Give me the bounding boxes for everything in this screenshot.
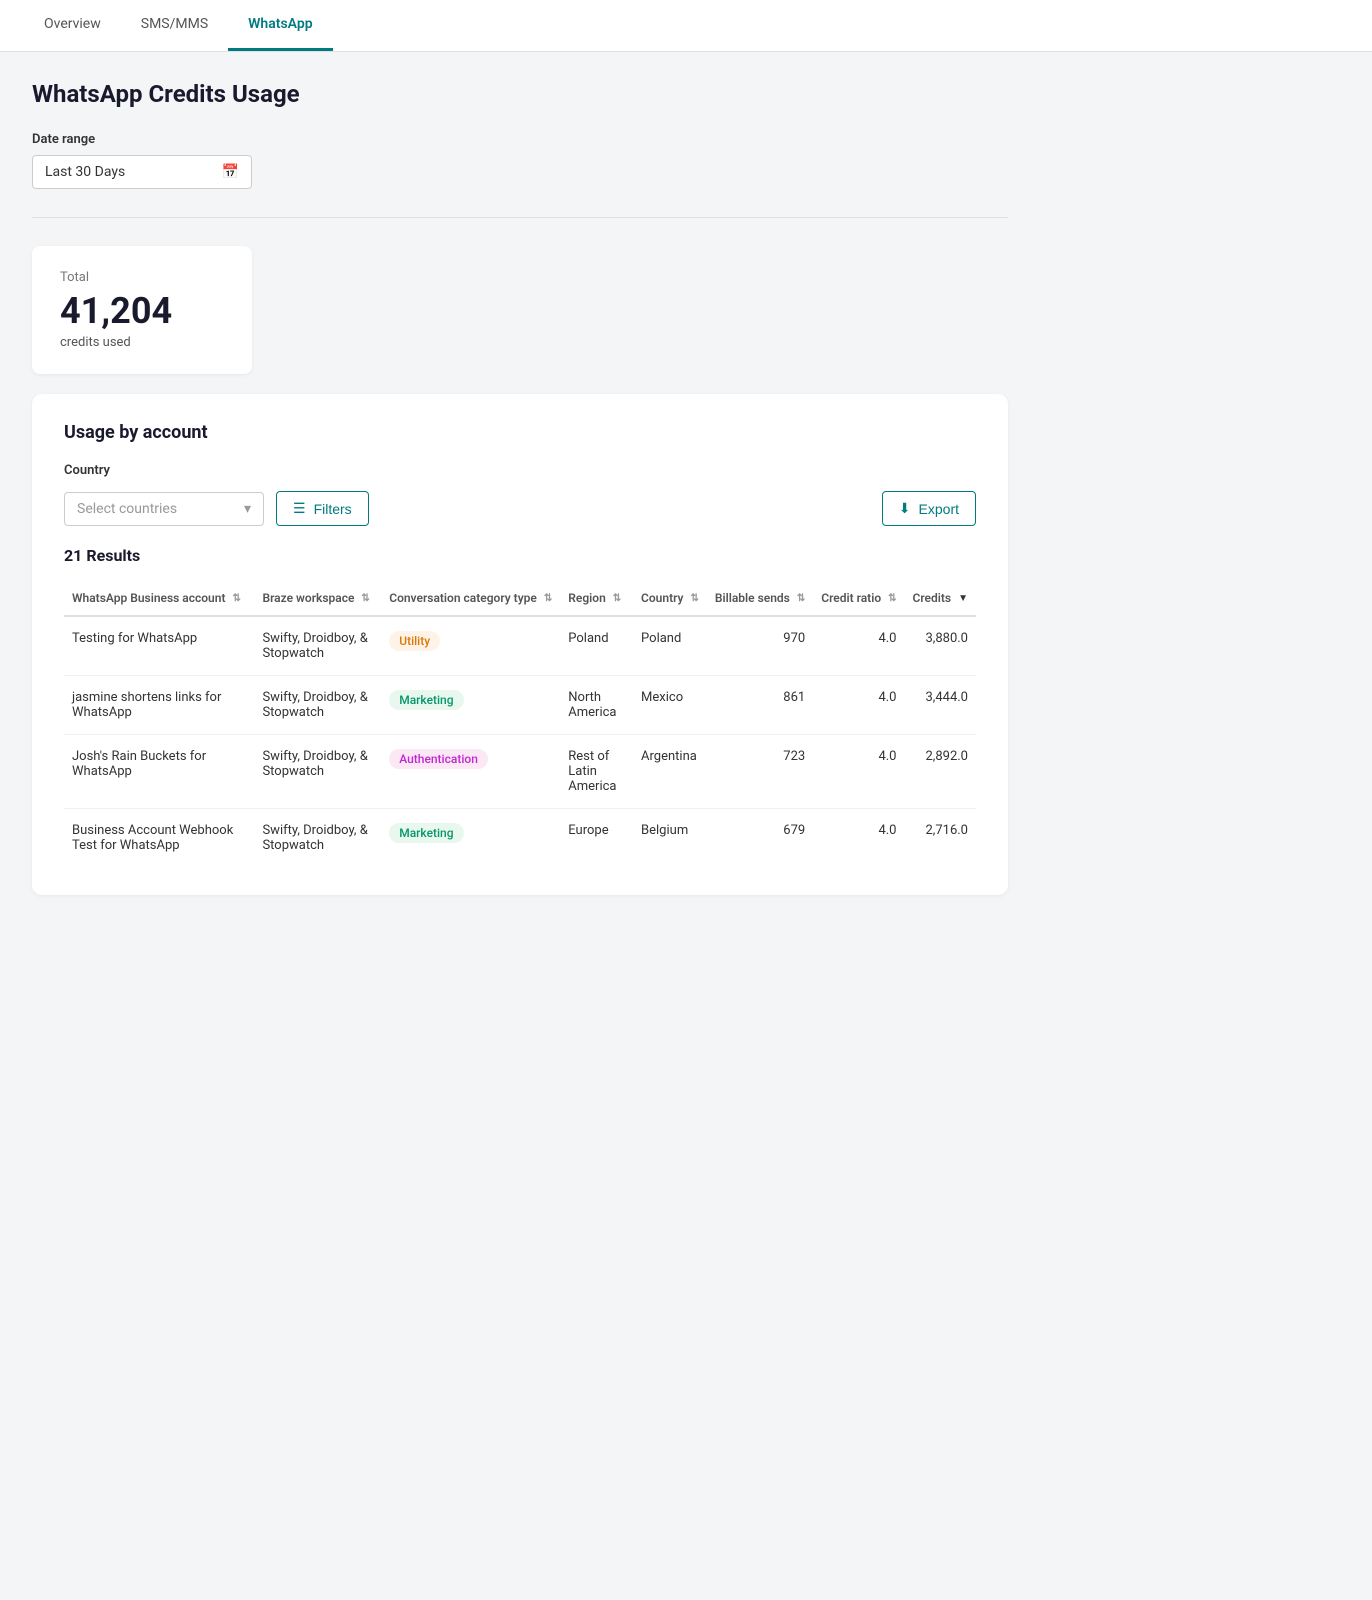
cell-region: North America	[560, 676, 633, 735]
category-badge: Marketing	[389, 690, 463, 710]
sort-icon-billable: ⇅	[797, 593, 805, 604]
stats-label: Total	[60, 270, 224, 285]
col-country[interactable]: Country ⇅	[633, 581, 707, 616]
sort-icon-category: ⇅	[544, 593, 552, 604]
sort-icon-ratio: ⇅	[888, 593, 896, 604]
date-range-value: Last 30 Days	[45, 164, 125, 180]
cell-billable-sends: 970	[707, 616, 813, 676]
chevron-down-icon: ▾	[244, 501, 251, 517]
cell-country: Mexico	[633, 676, 707, 735]
date-range-section: Date range Last 30 Days 📅	[32, 132, 1008, 189]
export-label: Export	[919, 501, 959, 517]
filters-button[interactable]: ☰ Filters	[276, 491, 369, 526]
col-whatsapp-account[interactable]: WhatsApp Business account ⇅	[64, 581, 254, 616]
cell-account: jasmine shortens links for WhatsApp	[64, 676, 254, 735]
cell-category: Marketing	[381, 676, 560, 735]
cell-country: Argentina	[633, 735, 707, 809]
cell-country: Belgium	[633, 809, 707, 868]
cell-category: Authentication	[381, 735, 560, 809]
cell-category: Marketing	[381, 809, 560, 868]
cell-workspace: Swifty, Droidboy, & Stopwatch	[254, 735, 381, 809]
col-credit-ratio[interactable]: Credit ratio ⇅	[813, 581, 904, 616]
cell-billable-sends: 679	[707, 809, 813, 868]
filters-label: Filters	[314, 501, 352, 517]
results-count: 21 Results	[64, 546, 976, 565]
usage-section-title: Usage by account	[64, 422, 976, 443]
category-badge: Utility	[389, 631, 440, 651]
cell-account: Testing for WhatsApp	[64, 616, 254, 676]
sort-icon-credits: ▼	[958, 593, 968, 604]
date-range-label: Date range	[32, 132, 1008, 147]
table-row: Josh's Rain Buckets for WhatsApp Swifty,…	[64, 735, 976, 809]
col-credits[interactable]: Credits ▼	[905, 581, 977, 616]
col-braze-workspace[interactable]: Braze workspace ⇅	[254, 581, 381, 616]
country-select[interactable]: Select countries ▾	[64, 492, 264, 526]
export-button[interactable]: ⬇ Export	[882, 491, 976, 526]
stats-sublabel: credits used	[60, 335, 224, 350]
cell-region: Europe	[560, 809, 633, 868]
sort-icon-country: ⇅	[690, 593, 698, 604]
cell-workspace: Swifty, Droidboy, & Stopwatch	[254, 676, 381, 735]
stats-value: 41,204	[60, 293, 224, 329]
category-badge: Authentication	[389, 749, 488, 769]
tab-sms-mms[interactable]: SMS/MMS	[121, 0, 228, 51]
country-placeholder: Select countries	[77, 501, 177, 517]
export-icon: ⬇	[899, 500, 911, 517]
cell-workspace: Swifty, Droidboy, & Stopwatch	[254, 809, 381, 868]
col-billable-sends[interactable]: Billable sends ⇅	[707, 581, 813, 616]
cell-credit-ratio: 4.0	[813, 676, 904, 735]
cell-credits: 3,444.0	[905, 676, 977, 735]
cell-credits: 2,892.0	[905, 735, 977, 809]
cell-category: Utility	[381, 616, 560, 676]
top-navigation: Overview SMS/MMS WhatsApp	[0, 0, 1372, 52]
cell-billable-sends: 723	[707, 735, 813, 809]
sort-icon-workspace: ⇅	[361, 593, 369, 604]
cell-credits: 2,716.0	[905, 809, 977, 868]
tab-whatsapp[interactable]: WhatsApp	[228, 0, 332, 51]
filters-icon: ☰	[293, 500, 306, 517]
category-badge: Marketing	[389, 823, 463, 843]
usage-table: WhatsApp Business account ⇅ Braze worksp…	[64, 581, 976, 867]
sort-icon-account: ⇅	[232, 593, 240, 604]
table-row: Business Account Webhook Test for WhatsA…	[64, 809, 976, 868]
cell-credit-ratio: 4.0	[813, 809, 904, 868]
cell-workspace: Swifty, Droidboy, & Stopwatch	[254, 616, 381, 676]
cell-account: Business Account Webhook Test for WhatsA…	[64, 809, 254, 868]
page-title: WhatsApp Credits Usage	[32, 80, 1008, 108]
col-region[interactable]: Region ⇅	[560, 581, 633, 616]
country-label: Country	[64, 463, 264, 478]
cell-credit-ratio: 4.0	[813, 735, 904, 809]
page-content: WhatsApp Credits Usage Date range Last 3…	[0, 52, 1040, 923]
cell-credits: 3,880.0	[905, 616, 977, 676]
col-conversation-category[interactable]: Conversation category type ⇅	[381, 581, 560, 616]
cell-country: Poland	[633, 616, 707, 676]
sort-icon-region: ⇅	[613, 593, 621, 604]
usage-by-account-card: Usage by account Country Select countrie…	[32, 394, 1008, 895]
cell-region: Rest of Latin America	[560, 735, 633, 809]
cell-credit-ratio: 4.0	[813, 616, 904, 676]
filter-row: Country Select countries ▾ ☰ Filters ⬇ E…	[64, 463, 976, 526]
cell-region: Poland	[560, 616, 633, 676]
cell-account: Josh's Rain Buckets for WhatsApp	[64, 735, 254, 809]
country-filter-group: Country Select countries ▾	[64, 463, 264, 526]
date-range-picker[interactable]: Last 30 Days 📅	[32, 155, 252, 189]
table-row: Testing for WhatsApp Swifty, Droidboy, &…	[64, 616, 976, 676]
cell-billable-sends: 861	[707, 676, 813, 735]
tab-overview[interactable]: Overview	[24, 0, 121, 51]
table-row: jasmine shortens links for WhatsApp Swif…	[64, 676, 976, 735]
divider	[32, 217, 1008, 218]
calendar-icon: 📅	[222, 164, 239, 180]
stats-card: Total 41,204 credits used	[32, 246, 252, 374]
